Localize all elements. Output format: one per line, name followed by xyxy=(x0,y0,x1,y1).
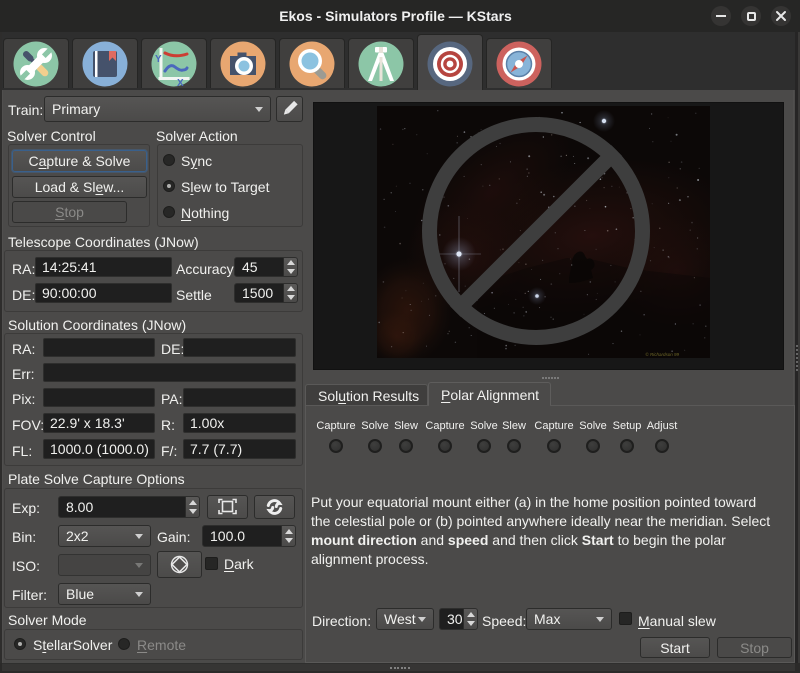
svg-text:Y: Y xyxy=(155,54,162,65)
svg-text:© Richardson 99: © Richardson 99 xyxy=(645,351,679,357)
svg-text:X: X xyxy=(177,78,184,89)
